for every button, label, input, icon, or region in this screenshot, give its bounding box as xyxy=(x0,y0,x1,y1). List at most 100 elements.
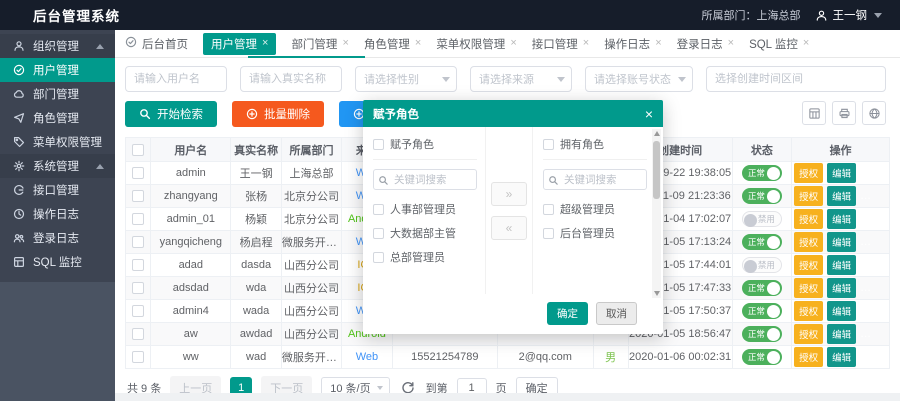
tab-item[interactable]: 菜单权限管理× xyxy=(436,36,516,52)
move-right-button[interactable]: » xyxy=(491,182,527,206)
move-left-button[interactable]: « xyxy=(491,216,527,240)
sidebar-item[interactable]: 操作日志 xyxy=(0,202,115,226)
chevron-down-icon xyxy=(557,77,565,82)
role-list-item[interactable]: 大数据部主管 xyxy=(373,225,477,241)
role-checkbox[interactable] xyxy=(373,228,384,239)
authorize-button[interactable]: 授权 xyxy=(794,255,823,275)
edit-button[interactable]: 编辑 xyxy=(827,209,856,229)
status-toggle[interactable]: 正常 xyxy=(742,165,782,181)
refresh-icon[interactable] xyxy=(862,101,886,125)
print-icon[interactable] xyxy=(832,101,856,125)
status-toggle[interactable]: 正常 xyxy=(742,234,782,250)
filter-input[interactable] xyxy=(706,66,886,92)
row-checkbox[interactable] xyxy=(132,190,144,202)
authorize-button[interactable]: 授权 xyxy=(794,232,823,252)
sidebar-item[interactable]: 角色管理 xyxy=(0,106,115,130)
modal-confirm-button[interactable]: 确定 xyxy=(547,302,588,325)
tab-home[interactable]: 后台首页 xyxy=(125,36,188,52)
status-toggle[interactable]: 正常 xyxy=(742,188,782,204)
row-checkbox[interactable] xyxy=(132,236,144,248)
authorize-button[interactable]: 授权 xyxy=(794,186,823,206)
row-checkbox[interactable] xyxy=(132,305,144,317)
authorize-button[interactable]: 授权 xyxy=(794,163,823,183)
sidebar-item[interactable]: 接口管理 xyxy=(0,178,115,202)
status-toggle[interactable]: 正常 xyxy=(742,303,782,319)
status-toggle[interactable]: 正常 xyxy=(742,349,782,365)
edit-button[interactable]: 编辑 xyxy=(827,255,856,275)
edit-button[interactable]: 编辑 xyxy=(827,324,856,344)
close-icon[interactable]: × xyxy=(415,38,421,49)
scroll-down-icon[interactable] xyxy=(654,291,660,296)
row-checkbox[interactable] xyxy=(132,328,144,340)
status-toggle[interactable]: 禁用 xyxy=(742,211,782,227)
sidebar-item[interactable]: SQL 监控 xyxy=(0,250,115,274)
scroll-up-icon[interactable] xyxy=(654,131,660,136)
cell-phone: 15521254789 xyxy=(392,346,497,369)
authorize-button[interactable]: 授权 xyxy=(794,324,823,344)
close-icon[interactable]: × xyxy=(655,38,661,49)
sidebar-item[interactable]: 登录日志 xyxy=(0,226,115,250)
role-checkbox[interactable] xyxy=(543,228,554,239)
role-list-item[interactable]: 后台管理员 xyxy=(543,225,647,241)
tab-item[interactable]: 登录日志× xyxy=(677,36,734,52)
sidebar-item[interactable]: 菜单权限管理 xyxy=(0,130,115,154)
edit-button[interactable]: 编辑 xyxy=(827,347,856,367)
modal-scrollbar[interactable] xyxy=(652,129,661,298)
status-toggle[interactable]: 禁用 xyxy=(742,257,782,273)
tab-item[interactable]: 接口管理× xyxy=(532,36,589,52)
filter-input[interactable] xyxy=(125,66,227,92)
row-checkbox[interactable] xyxy=(132,167,144,179)
edit-button[interactable]: 编辑 xyxy=(827,232,856,252)
sidebar-item[interactable]: 部门管理 xyxy=(0,82,115,106)
column-display-icon[interactable] xyxy=(802,101,826,125)
edit-button[interactable]: 编辑 xyxy=(827,163,856,183)
tab-item[interactable]: 部门管理× xyxy=(291,36,348,52)
batch-delete-button[interactable]: 批量删除 xyxy=(232,101,324,127)
authorize-button[interactable]: 授权 xyxy=(794,209,823,229)
sidebar-group-header[interactable]: 系统管理 xyxy=(0,154,115,178)
filter-select[interactable]: 请选择账号状态 xyxy=(585,66,693,92)
close-icon[interactable]: × xyxy=(342,38,348,49)
edit-button[interactable]: 编辑 xyxy=(827,186,856,206)
row-checkbox[interactable] xyxy=(132,351,144,363)
row-checkbox[interactable] xyxy=(132,259,144,271)
sidebar-item[interactable]: 用户管理 xyxy=(0,58,115,82)
filter-input[interactable] xyxy=(240,66,342,92)
assign-all-checkbox[interactable] xyxy=(373,139,384,150)
role-list-item[interactable]: 总部管理员 xyxy=(373,249,477,265)
close-icon[interactable]: × xyxy=(645,107,653,121)
role-checkbox[interactable] xyxy=(543,204,554,215)
role-checkbox[interactable] xyxy=(373,204,384,215)
authorize-button[interactable]: 授权 xyxy=(794,278,823,298)
close-icon[interactable]: × xyxy=(803,38,809,49)
tab-item[interactable]: 操作日志× xyxy=(604,36,661,52)
role-checkbox[interactable] xyxy=(373,252,384,263)
status-toggle[interactable]: 正常 xyxy=(742,326,782,342)
filter-select[interactable]: 请选择性别 xyxy=(355,66,457,92)
scrollbar-thumb[interactable] xyxy=(653,141,660,199)
authorize-button[interactable]: 授权 xyxy=(794,301,823,321)
role-list-item[interactable]: 超级管理员 xyxy=(543,201,647,217)
login-log-icon xyxy=(13,232,26,245)
tab-item[interactable]: 角色管理× xyxy=(364,36,421,52)
modal-cancel-button[interactable]: 取消 xyxy=(596,302,637,325)
edit-button[interactable]: 编辑 xyxy=(827,278,856,298)
user-menu[interactable]: 王一钢 xyxy=(815,7,883,23)
tab-item[interactable]: SQL 监控× xyxy=(749,36,809,52)
close-icon[interactable]: × xyxy=(583,38,589,49)
role-list-item[interactable]: 人事部管理员 xyxy=(373,201,477,217)
sidebar-group-header[interactable]: 组织管理 xyxy=(0,34,115,58)
select-all-checkbox[interactable] xyxy=(132,144,144,156)
filter-select[interactable]: 请选择来源 xyxy=(470,66,572,92)
row-checkbox[interactable] xyxy=(132,213,144,225)
tab-item[interactable]: 用户管理× xyxy=(203,33,276,55)
row-checkbox[interactable] xyxy=(132,282,144,294)
status-toggle[interactable]: 正常 xyxy=(742,280,782,296)
close-icon[interactable]: × xyxy=(262,38,268,49)
close-icon[interactable]: × xyxy=(510,38,516,49)
authorize-button[interactable]: 授权 xyxy=(794,347,823,367)
edit-button[interactable]: 编辑 xyxy=(827,301,856,321)
search-button[interactable]: 开始检索 xyxy=(125,101,217,127)
owned-all-checkbox[interactable] xyxy=(543,139,554,150)
close-icon[interactable]: × xyxy=(728,38,734,49)
